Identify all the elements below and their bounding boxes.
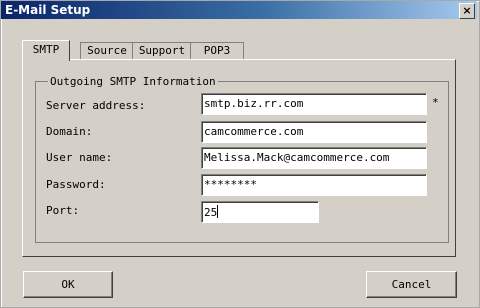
tab-smtp-label: SMTP <box>32 43 60 56</box>
tab-source-label: Source <box>87 44 127 57</box>
port-input[interactable]: 25 <box>201 201 319 223</box>
ok-label: OK <box>61 278 75 291</box>
user-name-input[interactable]: Melissa.Mack@camcommerce.com <box>201 147 427 169</box>
port-value: 25 <box>204 206 218 219</box>
tab-support-label: Support <box>138 44 186 57</box>
text-cursor <box>217 205 219 218</box>
cancel-label: Cancel <box>391 278 432 291</box>
close-icon[interactable]: × <box>459 3 475 19</box>
user-name-label: User name: <box>46 151 113 164</box>
tab-source[interactable]: Source <box>80 42 134 59</box>
port-label: Port: <box>46 204 80 217</box>
password-value: ******** <box>204 178 257 191</box>
user-name-value: Melissa.Mack@camcommerce.com <box>204 151 390 164</box>
cancel-button[interactable]: Cancel <box>366 271 457 298</box>
tab-pop3[interactable]: POP3 <box>190 42 244 59</box>
server-address-value: smtp.biz.rr.com <box>204 97 304 110</box>
ok-button[interactable]: OK <box>23 271 113 298</box>
domain-input[interactable]: camcommerce.com <box>201 121 427 143</box>
domain-value: camcommerce.com <box>204 125 304 138</box>
group-title: Outgoing SMTP Information <box>48 75 218 88</box>
required-marker: * <box>432 96 439 109</box>
tab-smtp[interactable]: SMTP <box>22 40 70 61</box>
password-input[interactable]: ******** <box>201 174 427 196</box>
window-title: E-Mail Setup <box>5 3 91 17</box>
tab-support[interactable]: Support <box>132 42 192 59</box>
domain-label: Domain: <box>46 125 93 138</box>
server-address-label: Server address: <box>46 99 146 112</box>
password-label: Password: <box>46 178 106 191</box>
tab-pop3-label: POP3 <box>203 44 231 57</box>
title-bar[interactable]: E-Mail Setup × <box>1 1 477 19</box>
server-address-input[interactable]: smtp.biz.rr.com <box>201 93 427 115</box>
